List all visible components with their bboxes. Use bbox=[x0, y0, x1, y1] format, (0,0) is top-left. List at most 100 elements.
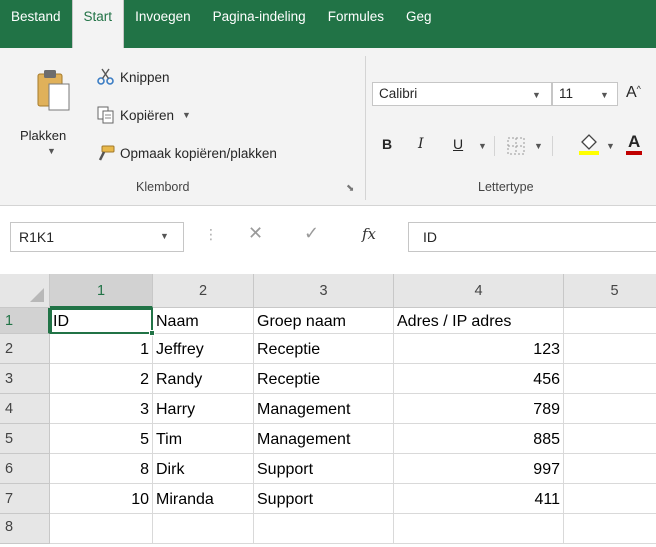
format-separator bbox=[552, 136, 553, 156]
cell-r8-groep[interactable] bbox=[254, 514, 394, 544]
font-color-button[interactable]: A bbox=[624, 132, 656, 156]
cell-r1-adres[interactable]: Adres / IP adres bbox=[394, 308, 564, 334]
ribbon-tab-bar: Bestand Start Invoegen Pagina-indeling F… bbox=[0, 0, 656, 48]
cell-r1-naam[interactable]: Naam bbox=[153, 308, 254, 334]
row-header-2[interactable]: 2 bbox=[0, 334, 50, 364]
borders-icon[interactable] bbox=[506, 136, 526, 156]
clipboard-dialog-launcher-icon[interactable]: ⬊ bbox=[346, 183, 354, 194]
cell-r6-groep[interactable]: Support bbox=[254, 454, 394, 484]
font-size-dropdown-icon[interactable]: ▼ bbox=[600, 90, 609, 100]
column-header-4[interactable]: 4 bbox=[394, 274, 564, 308]
cell-r5-id[interactable]: 5 bbox=[50, 424, 153, 454]
tab-bestand[interactable]: Bestand bbox=[0, 0, 72, 48]
format-separator bbox=[494, 136, 495, 156]
name-box[interactable]: R1K1 bbox=[10, 222, 184, 252]
cell-r3-groep[interactable]: Receptie bbox=[254, 364, 394, 394]
font-size-value: 11 bbox=[559, 86, 574, 101]
cell-r7-col5[interactable] bbox=[564, 484, 656, 514]
cut-button[interactable]: Knippen bbox=[96, 68, 170, 86]
row-header-8[interactable]: 8 bbox=[0, 514, 50, 544]
cell-r8-id[interactable] bbox=[50, 514, 153, 544]
cut-label: Knippen bbox=[120, 69, 170, 85]
cell-r7-adres[interactable]: 411 bbox=[394, 484, 564, 514]
cell-r1-id[interactable]: ID bbox=[50, 308, 153, 334]
paste-icon bbox=[37, 70, 70, 111]
column-header-5[interactable]: 5 bbox=[564, 274, 656, 308]
cell-r7-naam[interactable]: Miranda bbox=[153, 484, 254, 514]
cell-r2-id[interactable]: 1 bbox=[50, 334, 153, 364]
cell-r3-adres[interactable]: 456 bbox=[394, 364, 564, 394]
cell-r8-col5[interactable] bbox=[564, 514, 656, 544]
select-all-icon bbox=[30, 288, 44, 302]
copy-label: Kopiëren bbox=[120, 107, 175, 123]
tab-gegevens[interactable]: Geg bbox=[395, 0, 443, 48]
cell-r7-groep[interactable]: Support bbox=[254, 484, 394, 514]
cell-r5-adres[interactable]: 885 bbox=[394, 424, 564, 454]
cell-r4-naam[interactable]: Harry bbox=[153, 394, 254, 424]
cell-r6-col5[interactable] bbox=[564, 454, 656, 484]
clipboard-group-label: Klembord bbox=[136, 180, 190, 194]
cell-r8-naam[interactable] bbox=[153, 514, 254, 544]
cell-r2-groep[interactable]: Receptie bbox=[254, 334, 394, 364]
fill-color-icon[interactable] bbox=[578, 132, 600, 156]
name-box-value: R1K1 bbox=[19, 229, 55, 245]
fill-handle[interactable] bbox=[149, 330, 155, 336]
borders-dropdown-icon[interactable]: ▼ bbox=[534, 141, 543, 151]
tab-pagina-indeling[interactable]: Pagina-indeling bbox=[202, 0, 317, 48]
cell-r1-groep[interactable]: Groep naam bbox=[254, 308, 394, 334]
cell-r6-id[interactable]: 8 bbox=[50, 454, 153, 484]
underline-button[interactable]: U bbox=[453, 136, 463, 152]
grow-font-icon: A bbox=[626, 84, 637, 101]
row-header-3[interactable]: 3 bbox=[0, 364, 50, 394]
row-header-6[interactable]: 6 bbox=[0, 454, 50, 484]
enter-icon[interactable]: ✓ bbox=[304, 223, 319, 244]
cell-r5-groep[interactable]: Management bbox=[254, 424, 394, 454]
cell-r2-adres[interactable]: 123 bbox=[394, 334, 564, 364]
copy-button[interactable]: Kopiëren ▼ bbox=[96, 106, 191, 124]
name-box-dropdown-icon[interactable]: ▼ bbox=[160, 231, 169, 241]
column-header-1[interactable]: 1 bbox=[50, 274, 153, 308]
font-name-dropdown-icon[interactable]: ▼ bbox=[532, 90, 541, 100]
cell-r7-id[interactable]: 10 bbox=[50, 484, 153, 514]
underline-dropdown-icon[interactable]: ▼ bbox=[478, 141, 487, 151]
cell-r4-col5[interactable] bbox=[564, 394, 656, 424]
fill-color-dropdown-icon[interactable]: ▼ bbox=[606, 141, 615, 151]
column-header-3[interactable]: 3 bbox=[254, 274, 394, 308]
cell-r3-naam[interactable]: Randy bbox=[153, 364, 254, 394]
cell-r8-adres[interactable] bbox=[394, 514, 564, 544]
format-painter-label: Opmaak kopiëren/plakken bbox=[120, 145, 277, 161]
tab-formules[interactable]: Formules bbox=[317, 0, 395, 48]
paste-dropdown-icon[interactable]: ▼ bbox=[47, 146, 56, 156]
cell-r5-naam[interactable]: Tim bbox=[153, 424, 254, 454]
cancel-icon[interactable]: ✕ bbox=[248, 223, 263, 244]
select-all-button[interactable] bbox=[0, 274, 50, 308]
copy-dropdown-icon[interactable]: ▼ bbox=[182, 110, 191, 120]
cell-r4-id[interactable]: 3 bbox=[50, 394, 153, 424]
row-header-4[interactable]: 4 bbox=[0, 394, 50, 424]
cell-r2-naam[interactable]: Jeffrey bbox=[153, 334, 254, 364]
row-header-7[interactable]: 7 bbox=[0, 484, 50, 514]
font-color-icon: A bbox=[628, 132, 641, 151]
row-header-5[interactable]: 5 bbox=[0, 424, 50, 454]
cell-r6-naam[interactable]: Dirk bbox=[153, 454, 254, 484]
insert-function-icon[interactable]: fx bbox=[362, 225, 376, 243]
cell-r6-adres[interactable]: 997 bbox=[394, 454, 564, 484]
cell-r4-groep[interactable]: Management bbox=[254, 394, 394, 424]
formula-bar-grip-icon[interactable]: ⋮ bbox=[204, 226, 218, 243]
italic-button[interactable]: I bbox=[418, 136, 424, 152]
column-header-2[interactable]: 2 bbox=[153, 274, 254, 308]
tab-start[interactable]: Start bbox=[71, 0, 125, 48]
formula-input[interactable]: ID bbox=[408, 222, 656, 252]
bold-button[interactable]: B bbox=[382, 136, 392, 152]
cell-r4-adres[interactable]: 789 bbox=[394, 394, 564, 424]
row-header-1[interactable]: 1 bbox=[0, 308, 50, 334]
tab-invoegen[interactable]: Invoegen bbox=[124, 0, 202, 48]
cell-r3-col5[interactable] bbox=[564, 364, 656, 394]
grow-font-button[interactable]: A^ bbox=[626, 84, 641, 102]
cell-r5-col5[interactable] bbox=[564, 424, 656, 454]
format-painter-button[interactable]: Opmaak kopiëren/plakken bbox=[96, 144, 277, 162]
cell-r2-col5[interactable] bbox=[564, 334, 656, 364]
cell-r3-id[interactable]: 2 bbox=[50, 364, 153, 394]
cell-r1-col5[interactable] bbox=[564, 308, 656, 334]
font-name-combobox[interactable]: Calibri bbox=[372, 82, 552, 106]
